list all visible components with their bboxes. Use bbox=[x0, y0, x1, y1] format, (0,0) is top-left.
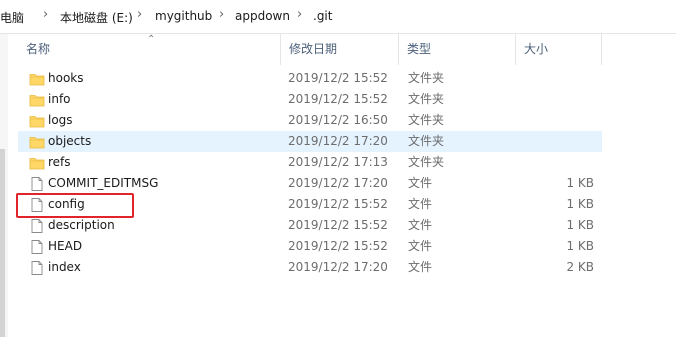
folder-icon bbox=[29, 155, 45, 171]
file-type: 文件夹 bbox=[408, 134, 445, 148]
file-modified-date: 2019/12/2 16:50 bbox=[288, 113, 388, 127]
file-row[interactable]: hooks 2019/12/2 15:52 文件夹 bbox=[18, 68, 602, 89]
file-modified-date: 2019/12/2 15:52 bbox=[288, 239, 388, 253]
breadcrumb-appdown[interactable]: appdown bbox=[235, 9, 290, 23]
file-type: 文件夹 bbox=[408, 92, 445, 106]
file-modified-date: 2019/12/2 15:52 bbox=[288, 71, 388, 85]
file-modified-date: 2019/12/2 17:20 bbox=[288, 176, 388, 190]
file-list: hooks 2019/12/2 15:52 文件夹 info 2019/12/2 15:… bbox=[18, 68, 602, 278]
file-type: 文件 bbox=[408, 218, 433, 232]
file-name: info bbox=[48, 92, 71, 106]
file-size: 1 KB bbox=[566, 218, 594, 232]
column-header-date[interactable]: 修改日期 bbox=[281, 34, 399, 65]
breadcrumb-separator-icon[interactable]: › bbox=[137, 7, 142, 22]
file-name: hooks bbox=[48, 71, 84, 85]
file-row[interactable]: index 2019/12/2 17:20 文件 2 KB bbox=[18, 257, 602, 278]
file-name: refs bbox=[48, 155, 71, 169]
file-modified-date: 2019/12/2 17:20 bbox=[288, 134, 388, 148]
breadcrumb-git[interactable]: .git bbox=[313, 9, 332, 23]
breadcrumb-drive-e[interactable]: 本地磁盘 (E:) bbox=[60, 9, 133, 26]
column-header-size[interactable]: 大小 bbox=[516, 34, 602, 65]
file-row[interactable]: config 2019/12/2 15:52 文件 1 KB bbox=[18, 194, 602, 215]
file-modified-date: 2019/12/2 15:52 bbox=[288, 92, 388, 106]
file-size bbox=[523, 152, 594, 173]
file-type: 文件 bbox=[408, 197, 433, 211]
file-modified-date: 2019/12/2 17:20 bbox=[288, 260, 388, 274]
breadcrumb-mygithub[interactable]: mygithub bbox=[155, 9, 212, 23]
column-headers: ⌃ 名称 修改日期 类型 大小 bbox=[18, 34, 602, 65]
file-explorer-window: 此电脑 › 本地磁盘 (E:) › mygithub › appdown › .… bbox=[0, 0, 676, 337]
breadcrumb-this-pc[interactable]: 此电脑 bbox=[0, 9, 24, 26]
file-name: config bbox=[48, 197, 85, 211]
file-name: COMMIT_EDITMSG bbox=[48, 176, 159, 190]
file-icon bbox=[29, 176, 45, 192]
file-type: 文件夹 bbox=[408, 113, 445, 127]
file-type: 文件 bbox=[408, 176, 433, 190]
file-name: index bbox=[48, 260, 81, 274]
file-row[interactable]: logs 2019/12/2 16:50 文件夹 bbox=[18, 110, 602, 131]
breadcrumb-separator-icon[interactable]: › bbox=[297, 7, 302, 22]
file-row[interactable]: refs 2019/12/2 17:13 文件夹 bbox=[18, 152, 602, 173]
file-type: 文件 bbox=[408, 260, 433, 274]
file-row[interactable]: HEAD 2019/12/2 15:52 文件 1 KB bbox=[18, 236, 602, 257]
file-size: 1 KB bbox=[566, 176, 594, 190]
file-size: 2 KB bbox=[566, 260, 594, 274]
file-type: 文件 bbox=[408, 239, 433, 253]
file-row[interactable]: info 2019/12/2 15:52 文件夹 bbox=[18, 89, 602, 110]
navigation-pane-scrollbar[interactable] bbox=[0, 149, 5, 337]
column-header-name[interactable]: 名称 bbox=[18, 34, 281, 65]
file-size: 1 KB bbox=[566, 197, 594, 211]
folder-icon bbox=[29, 71, 45, 87]
file-modified-date: 2019/12/2 15:52 bbox=[288, 197, 388, 211]
file-modified-date: 2019/12/2 15:52 bbox=[288, 218, 388, 232]
file-size bbox=[523, 131, 594, 152]
file-size bbox=[523, 89, 594, 110]
file-row[interactable]: description 2019/12/2 15:52 文件 1 KB bbox=[18, 215, 602, 236]
file-name: HEAD bbox=[48, 239, 83, 253]
folder-icon bbox=[29, 113, 45, 129]
file-name: description bbox=[48, 218, 115, 232]
file-icon bbox=[29, 218, 45, 234]
file-size: 1 KB bbox=[566, 239, 594, 253]
file-icon bbox=[29, 239, 45, 255]
file-modified-date: 2019/12/2 17:13 bbox=[288, 155, 388, 169]
column-header-type[interactable]: 类型 bbox=[399, 34, 516, 65]
file-icon bbox=[29, 260, 45, 276]
file-row[interactable]: objects 2019/12/2 17:20 文件夹 bbox=[18, 131, 602, 152]
navigation-pane bbox=[0, 34, 8, 337]
file-name: logs bbox=[48, 113, 73, 127]
breadcrumb-separator-icon[interactable]: › bbox=[219, 7, 224, 22]
file-size bbox=[523, 68, 594, 89]
file-row[interactable]: COMMIT_EDITMSG 2019/12/2 17:20 文件 1 KB bbox=[18, 173, 602, 194]
file-name: objects bbox=[48, 134, 92, 148]
folder-icon bbox=[29, 92, 45, 108]
folder-icon bbox=[29, 134, 45, 150]
file-icon bbox=[29, 197, 45, 213]
file-type: 文件夹 bbox=[408, 155, 445, 169]
file-size bbox=[523, 110, 594, 131]
breadcrumb-separator-icon[interactable]: › bbox=[43, 7, 48, 22]
file-type: 文件夹 bbox=[408, 71, 445, 85]
address-bar[interactable]: 此电脑 › 本地磁盘 (E:) › mygithub › appdown › .… bbox=[0, 0, 676, 34]
